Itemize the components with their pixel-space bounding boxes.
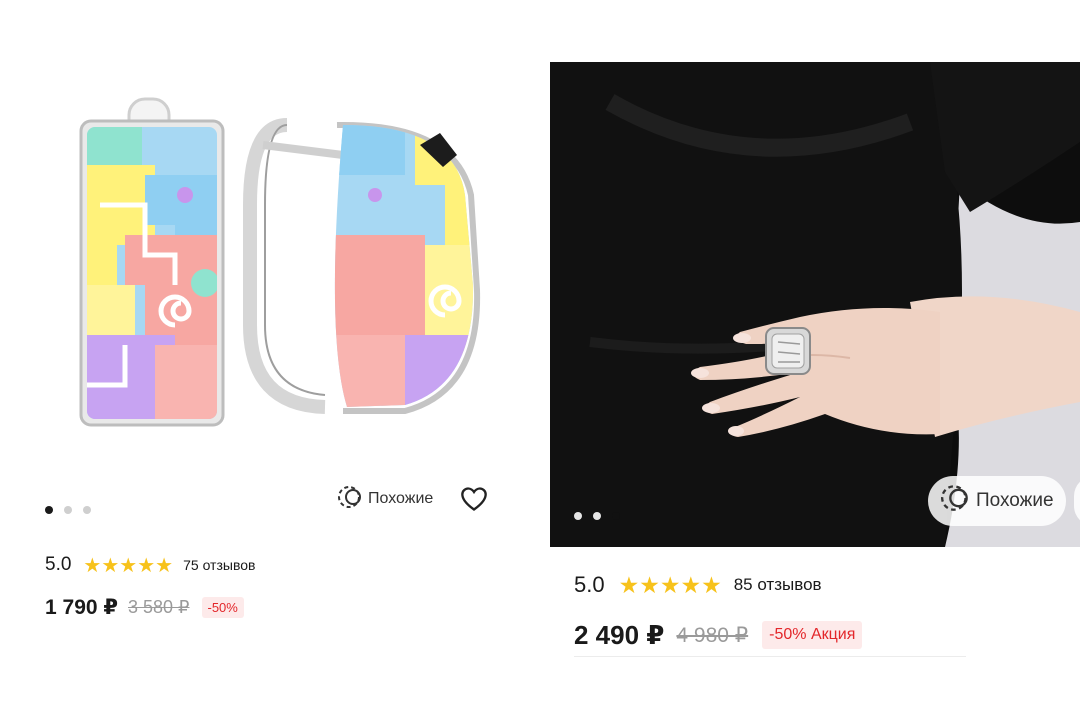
carousel-dot[interactable]: [574, 512, 582, 520]
rating-score: 5.0: [45, 554, 72, 575]
carousel-dots[interactable]: [45, 506, 91, 514]
star-icon: ★: [701, 571, 722, 598]
similar-label: Похожие: [368, 490, 434, 507]
star-icon: ★: [659, 571, 681, 598]
reviews-link[interactable]: 85 отзывов: [734, 575, 822, 595]
similar-icon: [938, 484, 972, 518]
similar-label: Похожие: [976, 490, 1054, 511]
carousel-dot[interactable]: [64, 506, 72, 514]
old-price: 4 980 ₽: [676, 623, 749, 647]
similar-button[interactable]: Похожие: [928, 476, 1066, 526]
star-icon: ★: [618, 571, 640, 598]
rating: 5.0 ★ ★ ★ ★ ★ 75 отзывов: [45, 553, 255, 578]
carousel-dot[interactable]: [83, 506, 91, 514]
rating-stars: ★ ★ ★ ★ ★: [619, 572, 722, 599]
star-icon: ★: [680, 571, 702, 598]
rating: 5.0 ★ ★ ★ ★ ★ 85 отзывов: [574, 572, 822, 598]
star-icon: ★: [119, 554, 138, 577]
star-icon: ★: [83, 554, 102, 577]
price-row: 2 490 ₽ 4 980 ₽ -50% Акция: [574, 619, 863, 651]
product-card-earrings[interactable]: Похожие 5.0 ★ ★ ★ ★ ★ 75 отзывов 1 790 ₽…: [0, 0, 540, 720]
carousel-dot[interactable]: [593, 512, 601, 520]
similar-icon: [336, 485, 364, 514]
product-image-earrings[interactable]: [25, 85, 515, 465]
price-row: 1 790 ₽ 3 580 ₽ -50%: [45, 594, 244, 620]
star-icon: ★: [101, 554, 120, 577]
carousel-dot[interactable]: [45, 506, 53, 514]
discount-badge: -50% Акция: [762, 621, 863, 649]
product-image-ring[interactable]: Похожие: [550, 62, 1080, 547]
carousel-dots[interactable]: [574, 512, 620, 520]
star-icon: ★: [137, 554, 156, 577]
star-icon: ★: [155, 554, 174, 577]
discount-badge: -50%: [201, 596, 244, 618]
star-icon: ★: [639, 571, 660, 598]
divider: [574, 656, 966, 657]
old-price: 3 580 ₽: [128, 596, 190, 617]
rating-stars: ★ ★ ★ ★ ★: [83, 553, 173, 578]
favorite-heart-icon[interactable]: [460, 486, 488, 517]
similar-button[interactable]: Похожие: [336, 485, 434, 514]
carousel-dot[interactable]: [612, 512, 620, 520]
current-price: 2 490 ₽: [574, 619, 665, 650]
product-card-ring[interactable]: Похожие 5.0 ★ ★ ★ ★ ★ 85 отзывов 2 490 ₽…: [550, 0, 1080, 720]
reviews-link[interactable]: 75 отзывов: [183, 557, 255, 573]
rating-score: 5.0: [574, 572, 605, 597]
current-price: 1 790 ₽: [45, 595, 118, 619]
